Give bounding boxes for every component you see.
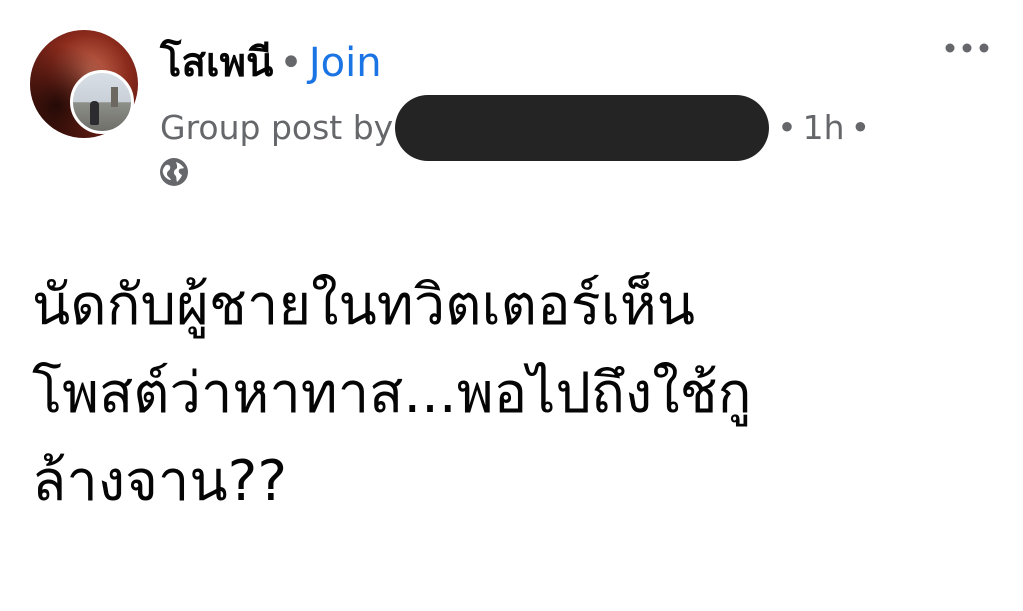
join-button[interactable]: Join [309,40,382,86]
more-horizontal-icon[interactable] [944,38,990,58]
group-name-link[interactable]: โสเพนี [160,40,273,86]
meta-separator: • [777,108,797,147]
meta-prefix: Group post by [160,108,394,147]
globe-icon[interactable] [158,156,190,188]
post-meta: Group post by • 1h • [160,95,876,161]
author-avatar-tower [111,87,118,107]
author-avatar[interactable] [70,70,134,134]
post-header-title: โสเพนี • Join [160,34,382,92]
author-avatar-figure [90,101,99,125]
group-post: โสเพนี • Join Group post by • 1h • นัดกับผ… [0,0,1023,611]
redacted-author-name [395,95,770,161]
meta-separator-2: • [850,108,871,147]
post-timestamp[interactable]: 1h [803,104,845,152]
post-body-text: นัดกับผู้ชายในทวิตเตอร์เห็น โพสต์ว่าหาทา… [32,273,752,514]
header-separator: • [279,40,303,86]
